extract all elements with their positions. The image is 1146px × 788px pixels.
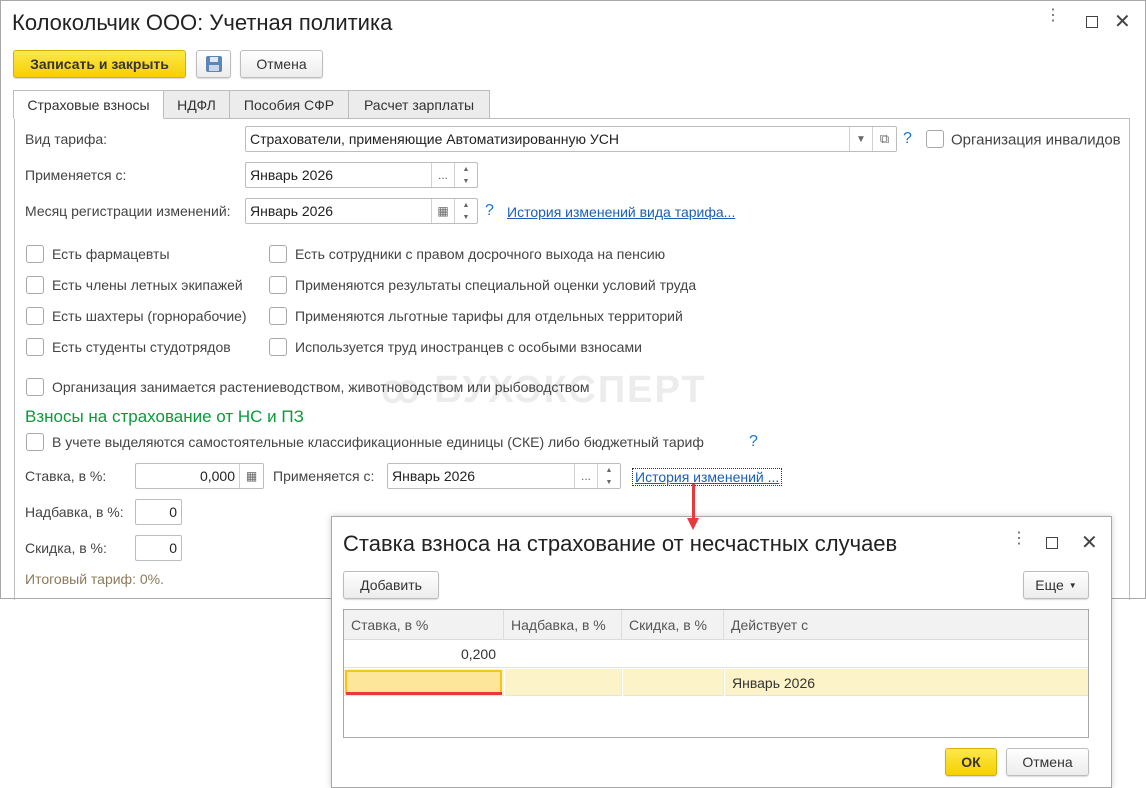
checkbox-label: Используется труд иностранцев с особыми … xyxy=(295,339,642,355)
ske-label: В учете выделяются самостоятельные класс… xyxy=(52,434,704,450)
tab-ndfl[interactable]: НДФЛ xyxy=(163,90,230,119)
tab-insurance[interactable]: Страховые взносы xyxy=(13,90,164,119)
applies-label: Применяется с: xyxy=(25,167,127,183)
discount-cell[interactable] xyxy=(622,669,724,696)
column-header[interactable]: Действует с xyxy=(724,610,1088,640)
tariff-help-icon[interactable]: ? xyxy=(903,130,912,148)
open-icon[interactable]: ⧉ xyxy=(872,127,896,151)
calculator-icon[interactable]: ▦ xyxy=(239,464,263,488)
reg-month-help-icon[interactable]: ? xyxy=(485,202,494,220)
ns-section-heading: Взносы на страхование от НС и ПЗ xyxy=(25,407,304,426)
effective-date-cell[interactable]: Январь 2026 xyxy=(724,669,1088,696)
checkbox-label: Применяются льготные тарифы для отдельны… xyxy=(295,308,683,324)
maximize-icon[interactable] xyxy=(1046,537,1058,549)
tab-payroll[interactable]: Расчет зарплаты xyxy=(348,90,490,119)
main-window: Колокольчик ООО: Учетная политика ⋮ ✕ За… xyxy=(0,0,1146,600)
spinner[interactable]: ▲ ▼ xyxy=(597,464,620,488)
total-tariff-text: Итоговый тариф: 0%. xyxy=(25,571,164,587)
calendar-icon[interactable]: ▦ xyxy=(431,199,454,223)
more-menu-icon[interactable]: ⋮ xyxy=(1011,531,1027,547)
more-menu-icon[interactable]: ⋮ xyxy=(1045,8,1061,24)
close-icon[interactable]: ✕ xyxy=(1114,9,1131,34)
rate-value: 0,000 xyxy=(199,468,235,484)
discount-label: Скидка, в %: xyxy=(25,540,107,556)
checkbox[interactable] xyxy=(26,276,44,294)
floppy-disk-icon xyxy=(205,56,222,72)
dialog-cancel-button[interactable]: Отмена xyxy=(1006,748,1089,776)
rate-applies-value: Январь 2026 xyxy=(392,468,476,484)
checkbox[interactable] xyxy=(269,276,287,294)
maximize-icon[interactable] xyxy=(1086,16,1098,28)
column-header[interactable]: Скидка, в % xyxy=(622,610,724,640)
checkbox[interactable] xyxy=(269,307,287,325)
red-arrow-annotation xyxy=(692,484,695,520)
disabled-org-checkbox[interactable] xyxy=(926,130,944,148)
more-button[interactable]: Еще ▼ xyxy=(1023,571,1089,599)
rate-field[interactable]: 0,000 ▦ xyxy=(135,463,264,489)
more-label: Еще xyxy=(1035,577,1064,593)
add-button[interactable]: Добавить xyxy=(343,571,439,599)
table-row-selected[interactable]: Январь 2026 xyxy=(344,669,1088,696)
ske-checkbox[interactable] xyxy=(26,433,44,451)
discount-field[interactable]: 0 xyxy=(135,535,182,561)
surcharge-cell[interactable] xyxy=(504,669,622,696)
select-button[interactable]: ... xyxy=(574,464,597,488)
ok-button[interactable]: ОК xyxy=(945,748,997,776)
column-header[interactable]: Ставка, в % xyxy=(344,610,504,640)
rate-cell-editing[interactable] xyxy=(345,670,502,694)
red-underline-annotation xyxy=(346,692,502,695)
rate-applies-label: Применяется с: xyxy=(273,468,375,484)
rates-table: Ставка, в % Надбавка, в % Скидка, в % Де… xyxy=(343,609,1089,738)
tariff-label: Вид тарифа: xyxy=(25,131,108,147)
dialog-title: Ставка взноса на страхование от несчастн… xyxy=(343,531,898,556)
agro-label: Организация занимается растениеводством,… xyxy=(52,379,590,395)
select-button[interactable]: ... xyxy=(431,163,454,187)
checkbox[interactable] xyxy=(269,245,287,263)
checkbox-label: Есть фармацевты xyxy=(52,246,170,262)
ske-help-icon[interactable]: ? xyxy=(749,433,758,451)
table-row[interactable]: 0,200 xyxy=(344,640,1088,668)
tariff-value: Страхователи, применяющие Автоматизирова… xyxy=(250,131,619,147)
tariff-select[interactable]: Страхователи, применяющие Автоматизирова… xyxy=(245,126,897,152)
applies-value: Январь 2026 xyxy=(250,167,334,183)
rate-cell[interactable]: 0,200 xyxy=(344,640,504,667)
checkbox[interactable] xyxy=(26,245,44,263)
rate-history-link[interactable]: История изменений ... xyxy=(632,468,783,486)
checkbox[interactable] xyxy=(26,338,44,356)
save-button[interactable] xyxy=(196,50,231,78)
checkbox-label: Применяются результаты специальной оценк… xyxy=(295,277,697,293)
chevron-down-icon: ▼ xyxy=(1068,580,1077,590)
rate-applies-field[interactable]: Январь 2026 ... ▲ ▼ xyxy=(387,463,621,489)
red-arrow-head xyxy=(687,518,699,530)
column-header[interactable]: Надбавка, в % xyxy=(504,610,622,640)
surcharge-field[interactable]: 0 xyxy=(135,499,182,525)
rate-label: Ставка, в %: xyxy=(25,468,107,484)
checkbox-label: Есть сотрудники с правом досрочного выхо… xyxy=(295,246,666,262)
close-icon[interactable]: ✕ xyxy=(1081,530,1098,555)
checkbox-label: Есть студенты студотрядов xyxy=(52,339,231,355)
cancel-button[interactable]: Отмена xyxy=(240,50,323,78)
applies-field[interactable]: Январь 2026 ... ▲ ▼ xyxy=(245,162,478,188)
checkbox-label: Есть члены летных экипажей xyxy=(52,277,243,293)
tariff-history-link[interactable]: История изменений вида тарифа... xyxy=(507,204,735,220)
disabled-org-label: Организация инвалидов xyxy=(951,131,1121,149)
checkbox-label: Есть шахтеры (горнорабочие) xyxy=(52,308,247,324)
window-title: Колокольчик ООО: Учетная политика xyxy=(12,10,393,35)
spinner[interactable]: ▲ ▼ xyxy=(454,163,477,187)
reg-month-value: Январь 2026 xyxy=(250,203,334,219)
checkbox[interactable] xyxy=(269,338,287,356)
agro-checkbox[interactable] xyxy=(26,378,44,396)
surcharge-label: Надбавка, в %: xyxy=(25,504,124,520)
checkbox[interactable] xyxy=(26,307,44,325)
spinner[interactable]: ▲ ▼ xyxy=(454,199,477,223)
reg-month-label: Месяц регистрации изменений: xyxy=(25,203,231,219)
rate-dialog: Ставка взноса на страхование от несчастн… xyxy=(331,516,1112,788)
save-and-close-button[interactable]: Записать и закрыть xyxy=(13,50,186,78)
tab-benefits[interactable]: Пособия СФР xyxy=(229,90,349,119)
reg-month-field[interactable]: Январь 2026 ▦ ▲ ▼ xyxy=(245,198,478,224)
dropdown-arrow-icon[interactable]: ▼ xyxy=(849,127,872,151)
